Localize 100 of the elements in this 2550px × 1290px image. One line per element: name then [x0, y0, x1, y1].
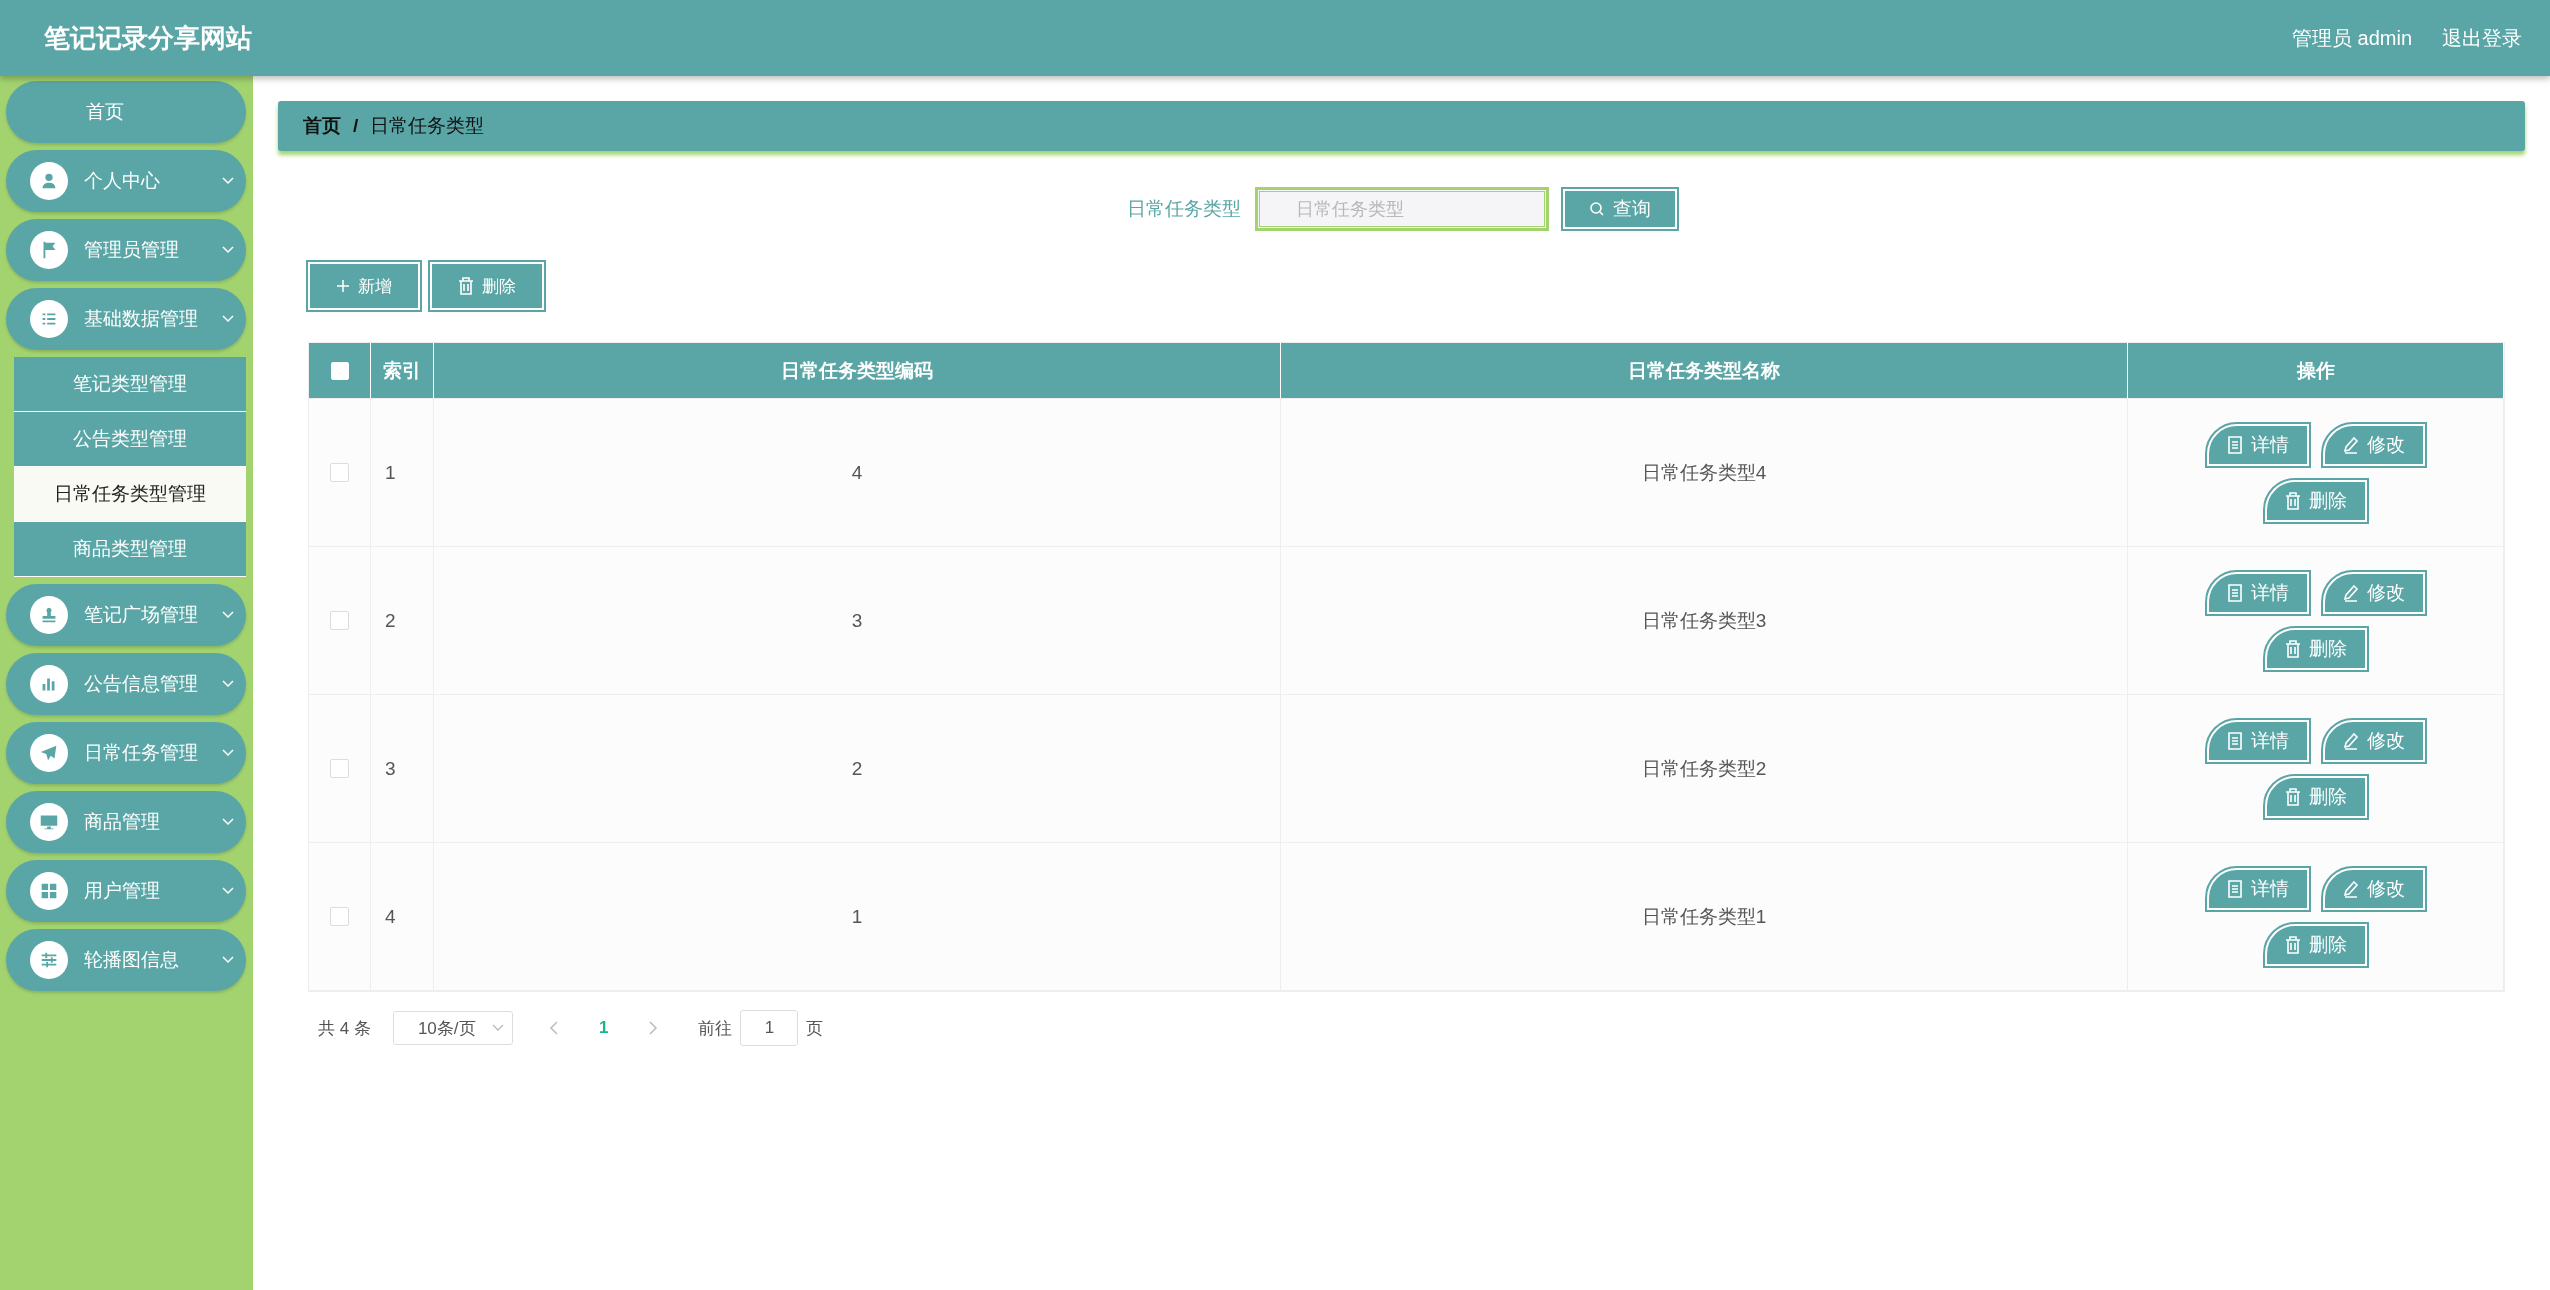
menu-icon — [30, 596, 68, 634]
chevron-down-icon — [222, 749, 234, 757]
site-title: 笔记记录分享网站 — [44, 21, 252, 55]
goto-label: 前往 — [698, 1017, 733, 1040]
table-cell: 日常任务类型4 — [1281, 399, 2128, 546]
chevron-down-icon — [222, 818, 234, 826]
delete-button[interactable]: 删除 — [2264, 775, 2367, 818]
sidebar-item[interactable]: 日常任务管理 — [6, 722, 246, 784]
trash-icon — [2284, 787, 2301, 806]
sidebar-item[interactable]: 管理员管理 — [6, 219, 246, 281]
table-cell: 3 — [434, 547, 1281, 694]
sidebar-item[interactable]: 首页 — [6, 81, 246, 143]
table-cell: 日常任务类型3 — [1281, 547, 2128, 694]
breadcrumb-item[interactable]: 首页 — [303, 113, 341, 139]
sidebar-item[interactable]: 用户管理 — [6, 860, 246, 922]
column-header: 操作 — [2128, 343, 2504, 398]
table-cell: 4 — [434, 399, 1281, 546]
column-header: 索引 — [371, 343, 434, 398]
chevron-down-icon — [222, 177, 234, 185]
document-icon — [2226, 435, 2243, 454]
delete-button[interactable]: 删除 — [2264, 479, 2367, 522]
menu-icon — [30, 300, 68, 338]
row-checkbox[interactable] — [330, 463, 349, 482]
chevron-down-icon — [222, 246, 234, 254]
chevron-down-icon — [491, 1024, 504, 1032]
menu-icon — [30, 734, 68, 772]
page-number[interactable]: 1 — [598, 1018, 609, 1038]
document-icon — [2226, 879, 2243, 898]
pencil-icon — [2342, 879, 2359, 898]
logout-link[interactable]: 退出登录 — [2442, 24, 2522, 52]
chevron-down-icon — [222, 680, 234, 688]
search-field[interactable]: 日常任务类型 — [1256, 189, 1547, 229]
search-button[interactable]: 查询 — [1562, 189, 1677, 229]
document-icon — [2226, 731, 2243, 750]
page-size-select[interactable]: 10条/页 — [392, 1011, 513, 1045]
row-checkbox[interactable] — [330, 907, 349, 926]
document-icon — [2226, 583, 2243, 602]
breadcrumb-item: 日常任务类型 — [370, 114, 485, 138]
search-icon — [1588, 201, 1605, 217]
submenu-item[interactable]: 公告类型管理 — [14, 412, 246, 467]
table-cell: 日常任务类型1 — [1281, 843, 2128, 990]
delete-button[interactable]: 删除 — [430, 262, 544, 310]
trash-icon — [2284, 935, 2301, 954]
sidebar-item[interactable]: 基础数据管理 — [6, 288, 246, 350]
edit-button[interactable]: 修改 — [2322, 719, 2425, 762]
next-page-icon[interactable] — [648, 1021, 659, 1035]
chevron-down-icon — [222, 611, 234, 619]
table-cell: 日常任务类型2 — [1281, 695, 2128, 842]
submenu-item[interactable]: 日常任务类型管理 — [14, 467, 246, 522]
edit-button[interactable]: 修改 — [2322, 867, 2425, 910]
pencil-icon — [2342, 731, 2359, 750]
details-button[interactable]: 详情 — [2206, 867, 2309, 910]
details-button[interactable]: 详情 — [2206, 423, 2309, 466]
sidebar-item[interactable]: 商品管理 — [6, 791, 246, 853]
submenu-item[interactable]: 笔记类型管理 — [14, 357, 246, 412]
menu-icon — [30, 941, 68, 979]
row-checkbox[interactable] — [330, 611, 349, 630]
search-label: 日常任务类型 — [1126, 197, 1241, 221]
row-checkbox[interactable] — [330, 759, 349, 778]
menu-icon — [30, 231, 68, 269]
page-suffix: 页 — [806, 1017, 824, 1040]
details-button[interactable]: 详情 — [2206, 719, 2309, 762]
table-cell: 3 — [371, 695, 434, 842]
table-cell: 1 — [434, 843, 1281, 990]
menu-icon — [30, 162, 68, 200]
menu-icon — [30, 872, 68, 910]
user-label: 管理员 admin — [2291, 25, 2412, 51]
table-cell: 2 — [371, 547, 434, 694]
chevron-down-icon — [222, 956, 234, 964]
sidebar-item[interactable]: 个人中心 — [6, 150, 246, 212]
column-header: 日常任务类型编码 — [434, 343, 1281, 398]
select-all-checkbox[interactable] — [330, 361, 349, 380]
sidebar-item[interactable]: 笔记广场管理 — [6, 584, 246, 646]
previous-page-icon[interactable] — [548, 1021, 559, 1035]
delete-button[interactable]: 删除 — [2264, 627, 2367, 670]
pencil-icon — [2342, 435, 2359, 454]
table-cell: 4 — [371, 843, 434, 990]
column-header: 日常任务类型名称 — [1281, 343, 2128, 398]
goto-page-field[interactable]: 1 — [740, 1010, 799, 1046]
add-button[interactable]: 新增 — [308, 262, 420, 310]
details-button[interactable]: 详情 — [2206, 571, 2309, 614]
sidebar-item[interactable]: 公告信息管理 — [6, 653, 246, 715]
table-cell: 1 — [371, 399, 434, 546]
sidebar-item[interactable]: 轮播图信息 — [6, 929, 246, 991]
trash-icon — [2284, 491, 2301, 510]
menu-icon — [30, 803, 68, 841]
chevron-down-icon — [222, 887, 234, 895]
chevron-down-icon — [222, 315, 234, 323]
plus-icon — [336, 279, 350, 293]
delete-button[interactable]: 删除 — [2264, 923, 2367, 966]
pencil-icon — [2342, 583, 2359, 602]
edit-button[interactable]: 修改 — [2322, 571, 2425, 614]
table-cell: 2 — [434, 695, 1281, 842]
edit-button[interactable]: 修改 — [2322, 423, 2425, 466]
trash-icon — [458, 277, 474, 295]
trash-icon — [2284, 639, 2301, 658]
submenu-item[interactable]: 商品类型管理 — [14, 522, 246, 577]
menu-icon — [30, 665, 68, 703]
breadcrumb-separator: / — [353, 115, 359, 137]
total-count: 共 4 条 — [318, 1017, 371, 1040]
